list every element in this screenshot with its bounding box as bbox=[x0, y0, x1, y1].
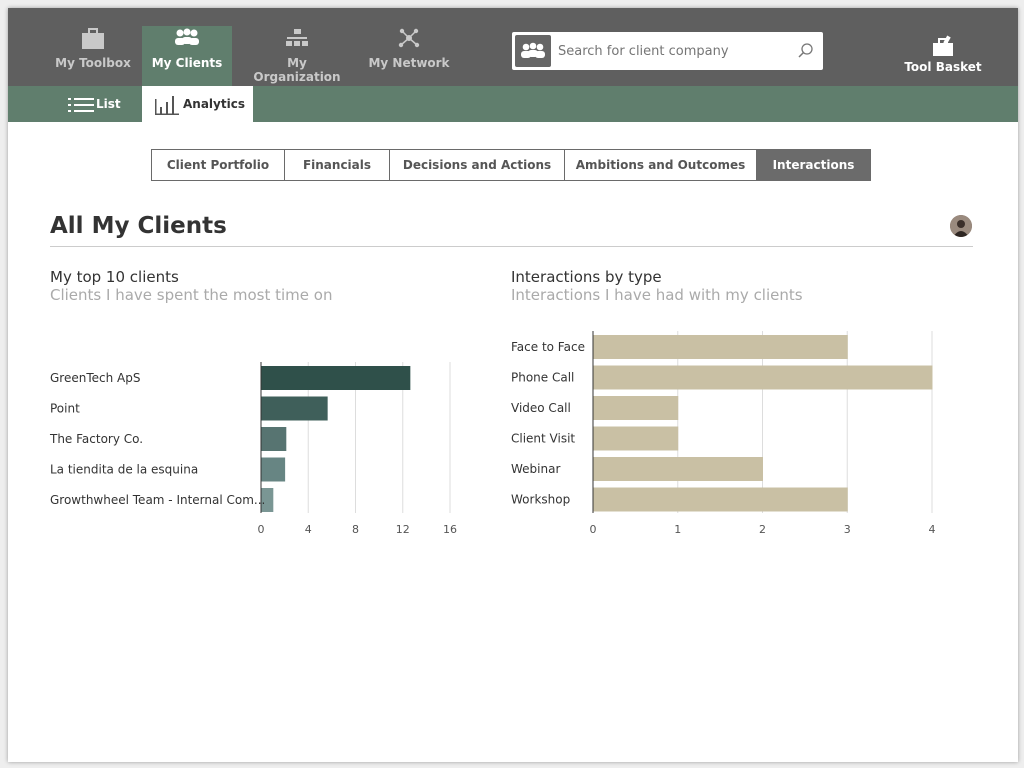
tab-ambitions-and-outcomes[interactable]: Ambitions and Outcomes bbox=[565, 150, 757, 180]
right-panel-subtitle: Interactions I have had with my clients bbox=[511, 286, 803, 304]
bar[interactable] bbox=[593, 335, 848, 359]
bar[interactable] bbox=[593, 487, 848, 512]
tool-basket-icon bbox=[933, 35, 953, 56]
toolbox-icon bbox=[82, 28, 104, 49]
category-label: Video Call bbox=[511, 401, 571, 415]
top-navigation: My Toolbox My Clients My Organization My… bbox=[8, 8, 1018, 86]
nav-label: My Network bbox=[368, 56, 450, 70]
left-panel-subtitle: Clients I have spent the most time on bbox=[50, 286, 333, 304]
nav-my-toolbox[interactable]: My Toolbox bbox=[52, 26, 134, 86]
clients-icon bbox=[175, 28, 199, 45]
bar[interactable] bbox=[593, 396, 679, 420]
sub-navigation: List Analytics bbox=[8, 86, 1018, 122]
bar[interactable] bbox=[593, 426, 679, 451]
tool-basket-button[interactable]: Tool Basket bbox=[898, 34, 988, 74]
category-label: GreenTech ApS bbox=[50, 371, 140, 385]
bar[interactable] bbox=[261, 396, 328, 421]
sub-tab-analytics[interactable]: Analytics bbox=[142, 86, 253, 122]
bar[interactable] bbox=[261, 427, 287, 451]
tick-label: 16 bbox=[443, 523, 457, 536]
tick-label: 12 bbox=[396, 523, 410, 536]
tick-label: 3 bbox=[844, 523, 851, 536]
search-input[interactable] bbox=[556, 40, 790, 62]
app-window: My Toolbox My Clients My Organization My… bbox=[8, 8, 1018, 762]
tick-label: 0 bbox=[590, 523, 597, 536]
tick-label: 1 bbox=[674, 523, 681, 536]
nav-my-network[interactable]: My Network bbox=[368, 26, 450, 86]
analytics-tabs: Client Portfolio Financials Decisions an… bbox=[151, 149, 871, 181]
page-title: All My Clients bbox=[50, 213, 227, 239]
category-label: Face to Face bbox=[511, 340, 585, 354]
category-label: Phone Call bbox=[511, 371, 574, 385]
analytics-icon bbox=[155, 95, 179, 115]
tab-client-portfolio[interactable]: Client Portfolio bbox=[152, 150, 285, 180]
nav-label: My Organization bbox=[253, 56, 341, 84]
client-search bbox=[512, 32, 823, 70]
network-icon bbox=[398, 28, 420, 48]
sub-tab-list[interactable]: List bbox=[68, 86, 128, 122]
category-label: The Factory Co. bbox=[49, 432, 143, 446]
category-label: Webinar bbox=[511, 462, 560, 476]
tick-label: 2 bbox=[759, 523, 766, 536]
organization-icon bbox=[286, 29, 308, 46]
tab-interactions[interactable]: Interactions bbox=[757, 150, 870, 180]
tick-label: 4 bbox=[929, 523, 936, 536]
analytics-label: Analytics bbox=[183, 97, 245, 111]
tab-financials[interactable]: Financials bbox=[285, 150, 390, 180]
clients-search-icon bbox=[515, 35, 551, 67]
tick-label: 0 bbox=[258, 523, 265, 536]
title-divider bbox=[50, 246, 973, 247]
list-label: List bbox=[96, 97, 121, 111]
tick-label: 8 bbox=[352, 523, 359, 536]
nav-my-organization[interactable]: My Organization bbox=[242, 26, 352, 86]
right-panel-title: Interactions by type bbox=[511, 268, 662, 286]
bar[interactable] bbox=[261, 488, 274, 512]
category-label: Growthwheel Team - Internal Com... bbox=[50, 493, 265, 507]
search-icon[interactable] bbox=[797, 42, 815, 60]
avatar[interactable] bbox=[950, 215, 972, 237]
nav-my-clients[interactable]: My Clients bbox=[142, 26, 232, 86]
category-label: Client Visit bbox=[511, 432, 575, 446]
tab-decisions-and-actions[interactable]: Decisions and Actions bbox=[390, 150, 565, 180]
bar[interactable] bbox=[261, 457, 286, 482]
category-label: Point bbox=[50, 402, 80, 416]
bar[interactable] bbox=[593, 457, 764, 481]
tick-label: 4 bbox=[305, 523, 312, 536]
bar[interactable] bbox=[261, 366, 411, 390]
left-panel-title: My top 10 clients bbox=[50, 268, 179, 286]
category-label: Workshop bbox=[511, 493, 570, 507]
list-icon bbox=[68, 97, 94, 112]
bar[interactable] bbox=[593, 365, 933, 390]
nav-label: My Toolbox bbox=[55, 56, 131, 70]
category-label: La tiendita de la esquina bbox=[50, 463, 198, 477]
nav-label: My Clients bbox=[151, 56, 223, 70]
tool-basket-label: Tool Basket bbox=[904, 60, 982, 74]
